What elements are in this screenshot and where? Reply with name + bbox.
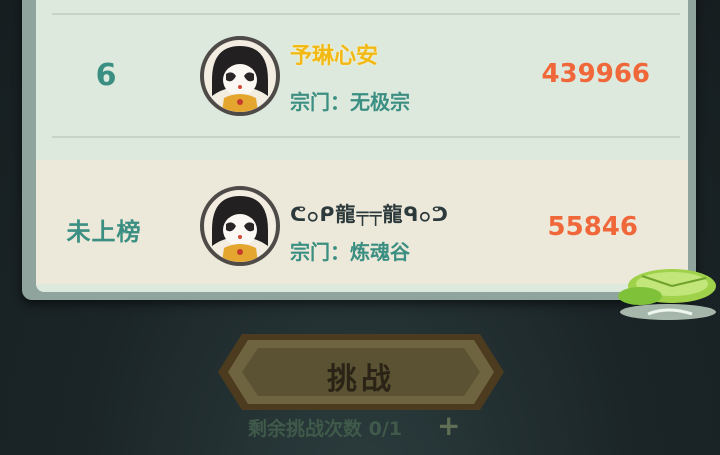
- rank-number: 6: [95, 58, 117, 93]
- my-score-value: 55846: [547, 212, 638, 242]
- score-value: 439966: [541, 59, 650, 89]
- player-avatar[interactable]: [200, 36, 280, 116]
- my-avatar[interactable]: [200, 186, 280, 266]
- my-sect-label: 宗门：炼魂谷: [290, 240, 410, 264]
- avatar-portrait-icon: [212, 196, 268, 262]
- leaderboard-panel[interactable]: 6 予琳心安 宗门：无极宗 439966 未上榜 ᕦ၀ᑭ龍╤╤龍ᑫ၀ᕤ 宗门：炼…: [36, 0, 688, 292]
- leaderboard-row[interactable]: 6 予琳心安 宗门：无极宗 439966: [36, 14, 688, 138]
- add-attempts-button[interactable]: +: [437, 412, 460, 440]
- avatar-portrait-icon: [212, 46, 268, 112]
- challenge-button[interactable]: 挑战: [218, 330, 504, 414]
- my-rank-status: 未上榜: [66, 218, 142, 246]
- row-divider: [52, 136, 680, 138]
- sect-label: 宗门：无极宗: [290, 90, 410, 114]
- my-player-name: ᕦ၀ᑭ龍╤╤龍ᑫ၀ᕤ: [290, 202, 449, 226]
- lotus-leaf-decoration-icon: [618, 269, 716, 320]
- challenge-button-label: 挑战: [327, 362, 395, 397]
- my-rank-row[interactable]: 未上榜 ᕦ၀ᑭ龍╤╤龍ᑫ၀ᕤ 宗门：炼魂谷 55846: [36, 160, 688, 284]
- player-name: 予琳心安: [290, 44, 379, 69]
- remaining-attempts: 剩余挑战次数 0/1: [248, 418, 402, 440]
